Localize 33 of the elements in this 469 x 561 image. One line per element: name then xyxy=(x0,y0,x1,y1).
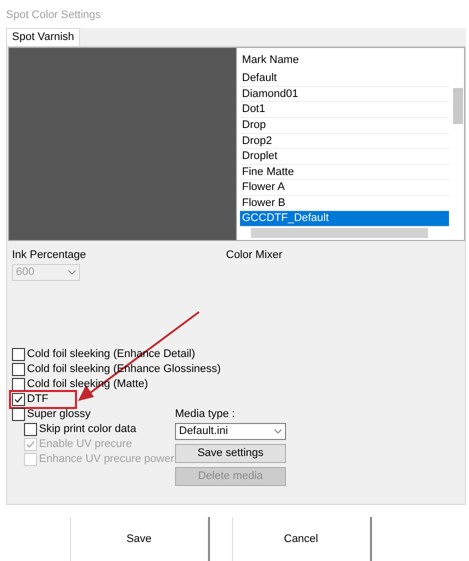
section-label: Color Mixer xyxy=(226,248,282,263)
list-item[interactable]: Droplet xyxy=(240,149,449,165)
list-item[interactable]: Dot1 xyxy=(240,102,449,118)
tab[interactable]: Spot Varnish xyxy=(6,28,80,46)
checkbox[interactable] xyxy=(24,422,37,436)
check-icon xyxy=(26,440,35,449)
check-icon xyxy=(14,394,23,404)
list-item[interactable]: Flower B xyxy=(240,196,449,212)
field-label: Ink Percentage xyxy=(12,248,87,261)
checkbox-option[interactable]: Skip print color data xyxy=(12,422,136,437)
checkbox[interactable] xyxy=(12,348,25,361)
footer-button[interactable]: Save xyxy=(70,517,210,561)
checkbox-option[interactable]: Super glossy xyxy=(12,406,91,422)
list-item[interactable]: Drop2 xyxy=(240,134,449,150)
column-header: Mark Name xyxy=(241,52,300,68)
checkbox[interactable] xyxy=(12,362,25,376)
list-item[interactable]: Drop xyxy=(240,118,449,134)
chevron-icon xyxy=(68,270,76,275)
checkbox-option[interactable]: DTF xyxy=(12,392,74,407)
checkbox[interactable] xyxy=(12,378,25,391)
checkbox[interactable] xyxy=(12,392,25,406)
list-item[interactable]: GCCDTF_Default xyxy=(240,211,449,227)
media-button[interactable]: Save settings xyxy=(175,444,286,463)
list-item[interactable]: Fine Matte xyxy=(240,164,449,180)
list-item[interactable]: Default xyxy=(240,71,449,87)
chevron-icon xyxy=(274,428,282,434)
list-item[interactable]: Flower A xyxy=(240,180,449,196)
window-title: Spot Color Settings xyxy=(5,8,102,23)
footer-button[interactable]: Cancel xyxy=(232,517,372,561)
list-item[interactable]: Diamond01 xyxy=(240,86,449,102)
media-type-dropdown[interactable]: Default.ini xyxy=(175,422,286,440)
checkbox[interactable] xyxy=(12,408,25,421)
field-label: Media type : xyxy=(175,408,236,420)
